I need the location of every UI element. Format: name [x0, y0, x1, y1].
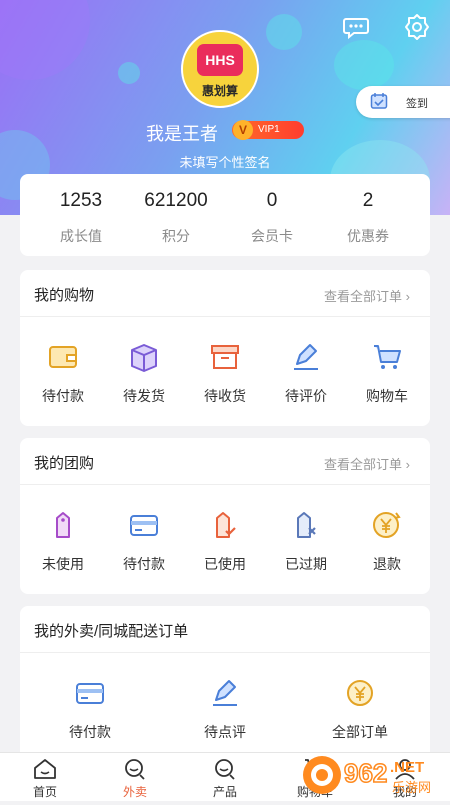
- signature-text[interactable]: 未填写个性签名: [0, 152, 450, 171]
- chevron-right-icon: ›: [405, 457, 410, 472]
- tab-home[interactable]: 首页: [15, 757, 75, 800]
- stats-card: 1253 成长值 621200 积分 0 会员卡 2 优惠券: [20, 174, 430, 256]
- item-label: 待付款: [69, 724, 111, 740]
- vip-badge: V VIP1: [232, 120, 304, 140]
- signin-label: 签到: [406, 98, 428, 110]
- pen-icon: [213, 680, 237, 706]
- stat-points[interactable]: 621200 积分: [136, 188, 216, 246]
- package-icon: [131, 344, 157, 372]
- decor-bubble: [0, 0, 90, 80]
- tab-label: 首页: [32, 785, 57, 799]
- stat-value: 0: [266, 190, 278, 211]
- pen-icon: [294, 344, 318, 370]
- divider: [20, 652, 430, 653]
- item-label: 已过期: [285, 556, 327, 572]
- shopping-cart[interactable]: 购物车: [351, 342, 423, 406]
- order-pending-review[interactable]: 待评价: [270, 342, 342, 406]
- item-label: 待付款: [123, 556, 165, 572]
- order-pending-receipt[interactable]: 待收货: [189, 342, 261, 406]
- watermark-text: 962: [344, 758, 387, 788]
- delivery-pending-payment[interactable]: 待付款: [54, 678, 126, 742]
- item-label: 已使用: [204, 556, 246, 572]
- stat-value: 2: [362, 190, 374, 211]
- tag-x-icon: [297, 512, 316, 538]
- item-label: 待发货: [123, 388, 165, 404]
- section-title: 我的购物: [34, 287, 95, 304]
- divider: [20, 484, 430, 485]
- group-unused[interactable]: 未使用: [27, 510, 99, 574]
- item-label: 退款: [373, 556, 401, 572]
- section-title: 我的团购: [34, 455, 95, 472]
- section-title: 我的外卖/同城配送订单: [34, 623, 189, 640]
- decor-bubble: [266, 14, 302, 50]
- order-pending-payment[interactable]: 待付款: [27, 342, 99, 406]
- shopping-section: 我的购物 查看全部订单 › 待付款 待发货 待收货 待评价 购物车: [20, 270, 430, 426]
- vip-gem-icon: V: [233, 120, 253, 140]
- vip-level-label: VIP1: [258, 124, 280, 135]
- delivery-all-orders[interactable]: 全部订单: [324, 678, 396, 742]
- group-used[interactable]: 已使用: [189, 510, 261, 574]
- calendar-check-icon: [370, 92, 388, 110]
- stat-label: 成长值: [60, 228, 102, 244]
- signin-button[interactable]: 签到: [356, 86, 450, 118]
- link-label: 查看全部订单: [324, 457, 403, 472]
- item-label: 待付款: [42, 388, 84, 404]
- box-icon: [211, 345, 239, 369]
- card-icon: [130, 515, 158, 536]
- group-buy-section: 我的团购 查看全部订单 › 未使用 待付款 已使用 已过期 退款: [20, 438, 430, 594]
- watermark-subtext: 乐游网: [392, 781, 431, 796]
- chevron-right-icon: ›: [405, 289, 410, 304]
- logo-mark: HHS: [197, 44, 243, 76]
- watermark-logo: 962 .NET 乐游网: [300, 748, 450, 800]
- view-all-orders-link[interactable]: 查看全部订单 ›: [324, 454, 410, 473]
- group-expired[interactable]: 已过期: [270, 510, 342, 574]
- refund-icon: [373, 512, 401, 538]
- app-logo-avatar[interactable]: HHS 惠划算: [181, 30, 259, 108]
- product-icon: [215, 759, 235, 780]
- tab-takeout[interactable]: 外卖: [105, 757, 165, 800]
- yen-icon: [347, 680, 373, 706]
- delivery-section: 我的外卖/同城配送订单 待付款 待点评 全部订单: [20, 606, 430, 766]
- stat-coupons[interactable]: 2 优惠券: [328, 188, 408, 246]
- tab-label: 外卖: [122, 785, 147, 799]
- delivery-pending-review[interactable]: 待点评: [189, 678, 261, 742]
- item-label: 待收货: [204, 388, 246, 404]
- stat-value: 621200: [144, 190, 208, 211]
- link-label: 查看全部订单: [324, 289, 403, 304]
- tag-icon: [56, 512, 70, 538]
- card-icon: [76, 683, 104, 704]
- home-icon: [34, 759, 56, 779]
- settings-icon[interactable]: [402, 12, 432, 42]
- tab-label: 产品: [212, 785, 237, 799]
- item-label: 购物车: [366, 388, 408, 404]
- username: 我是王者: [146, 124, 218, 144]
- stat-label: 优惠券: [347, 228, 389, 244]
- tag-check-icon: [216, 512, 236, 538]
- decor-bubble: [118, 62, 140, 84]
- item-label: 未使用: [42, 556, 84, 572]
- view-all-orders-link[interactable]: 查看全部订单 ›: [324, 286, 410, 305]
- stat-value: 1253: [59, 190, 103, 211]
- watermark-suffix: .NET: [390, 759, 424, 776]
- wallet-icon: [49, 346, 77, 368]
- stat-label: 会员卡: [251, 228, 293, 244]
- item-label: 待评价: [285, 388, 327, 404]
- divider: [20, 316, 430, 317]
- item-label: 待点评: [204, 724, 246, 740]
- stat-growth[interactable]: 1253 成长值: [41, 188, 121, 246]
- tab-products[interactable]: 产品: [195, 757, 255, 800]
- logo-text: 惠划算: [201, 84, 238, 98]
- group-pending-payment[interactable]: 待付款: [108, 510, 180, 574]
- group-refund[interactable]: 退款: [351, 510, 423, 574]
- decor-bubble: [334, 40, 394, 90]
- stat-member-card[interactable]: 0 会员卡: [232, 188, 312, 246]
- item-label: 全部订单: [332, 724, 388, 740]
- order-pending-shipment[interactable]: 待发货: [108, 342, 180, 406]
- takeout-icon: [125, 759, 145, 780]
- message-icon[interactable]: [341, 12, 371, 42]
- stat-label: 积分: [162, 228, 190, 244]
- cart-icon: [374, 345, 401, 369]
